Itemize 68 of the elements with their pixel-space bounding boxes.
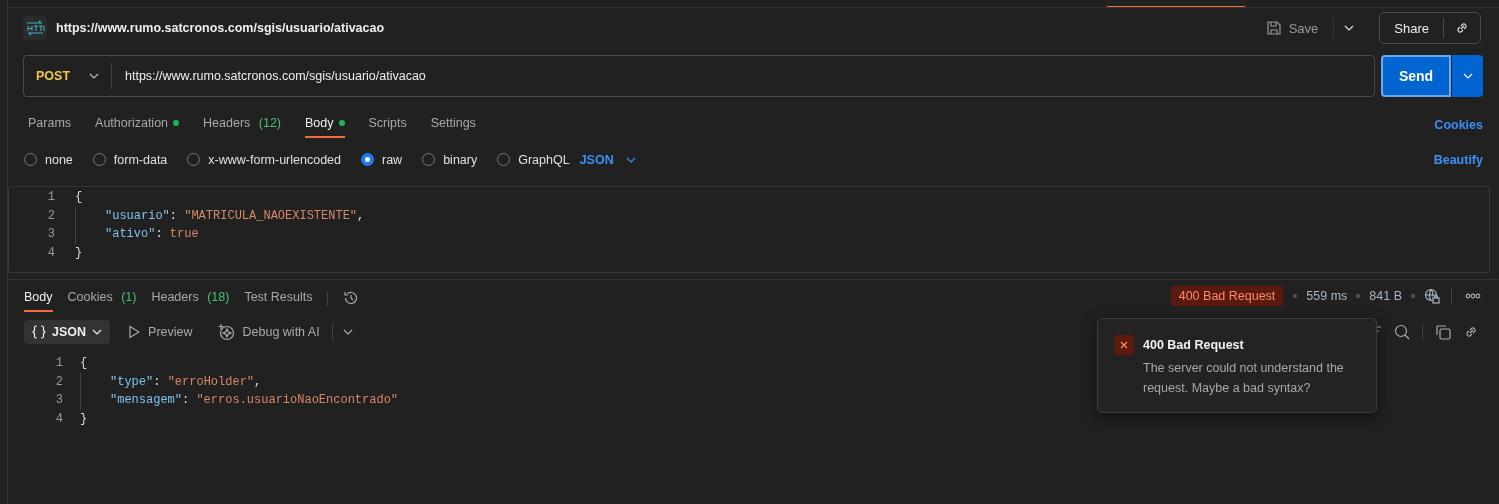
cookies-link[interactable]: Cookies xyxy=(1434,118,1483,132)
save-icon[interactable] xyxy=(1265,20,1282,36)
send-button[interactable]: Send xyxy=(1381,55,1451,97)
caret-icon[interactable] xyxy=(342,329,353,335)
tab[interactable]: Settings xyxy=(430,116,476,138)
url-bar[interactable]: POST https://www.rumo.satcronos.com/sgis/usuario/ativacao xyxy=(23,55,1375,97)
code-line: "ativo": true xyxy=(105,227,199,242)
format-dropdown[interactable]: JSON xyxy=(579,152,636,167)
tab[interactable]: Params xyxy=(28,116,72,138)
history-icon[interactable] xyxy=(343,290,360,306)
line-number: 3 xyxy=(46,227,56,242)
radio-option[interactable]: x-www-form-urlencoded xyxy=(187,152,341,167)
line-number: 1 xyxy=(54,356,64,371)
line-number: 4 xyxy=(46,245,56,260)
link-icon[interactable] xyxy=(1463,324,1479,340)
code-line: "usuario": "MATRICULA_NAOEXISTENTE", xyxy=(105,208,365,223)
braces-icon xyxy=(32,325,46,339)
debug-button[interactable]: Debug with AI xyxy=(210,323,326,341)
method-dropdown[interactable]: POST xyxy=(24,63,112,89)
toast-message: The server could not understand the request. Maybe a bad syntax? xyxy=(1143,360,1345,397)
response-time[interactable]: 559 ms xyxy=(1306,289,1348,303)
tab[interactable]: Authorization xyxy=(95,116,180,138)
tab[interactable]: Cookies (1) xyxy=(67,290,137,312)
line-number: 2 xyxy=(46,208,56,223)
caret-icon[interactable] xyxy=(625,156,636,163)
tab[interactable]: Scripts xyxy=(368,116,407,138)
more-icon[interactable] xyxy=(1465,293,1481,299)
line-number: 1 xyxy=(46,190,56,205)
radio-option[interactable]: GraphQL xyxy=(497,152,570,167)
beautify-link[interactable]: Beautify xyxy=(1433,152,1483,167)
share-button[interactable]: Share xyxy=(1380,18,1444,38)
link-icon[interactable] xyxy=(1454,20,1470,36)
copy-icon[interactable] xyxy=(1435,324,1451,340)
sparkle-icon xyxy=(216,323,235,341)
save-button[interactable]: Save xyxy=(1259,16,1325,40)
code-line: { xyxy=(75,190,83,205)
radio-button[interactable] xyxy=(361,153,374,166)
play-icon xyxy=(128,325,141,339)
tab[interactable]: Test Results xyxy=(244,290,313,312)
status-badge[interactable]: 400 Bad Request xyxy=(1170,286,1284,306)
request-body-editor[interactable]: 1 { 2 "usuario": "MATRICULA_NAOEXISTENTE", 3 "ativo": true 4 } xyxy=(8,186,1490,273)
globe-lock-icon[interactable] xyxy=(1424,288,1440,304)
http-icon xyxy=(23,16,47,40)
caret-icon[interactable] xyxy=(89,73,99,79)
line-number: 4 xyxy=(54,411,64,426)
response-size[interactable]: 841 B xyxy=(1369,289,1402,303)
code-line: } xyxy=(80,411,88,426)
format-dropdown[interactable]: JSON xyxy=(24,320,111,344)
tab[interactable]: Headers (18) xyxy=(151,290,230,312)
code-line: } xyxy=(75,245,83,260)
search-icon[interactable] xyxy=(1394,324,1410,340)
preview-button[interactable]: Preview xyxy=(122,325,199,339)
code-line: { xyxy=(80,356,88,371)
request-title: https://www.rumo.satcronos.com/sgis/usuario/ativacao xyxy=(56,21,386,35)
url-field[interactable]: https://www.rumo.satcronos.com/sgis/usuario/ativacao xyxy=(112,69,1374,83)
line-number: 3 xyxy=(54,393,64,408)
close-icon xyxy=(1120,341,1128,349)
radio-option[interactable]: binary xyxy=(422,152,478,167)
line-number: 2 xyxy=(54,374,64,389)
code-line: "type": "erroHolder", xyxy=(110,374,262,389)
tab[interactable]: Body xyxy=(24,290,53,312)
radio-option[interactable]: raw xyxy=(361,152,403,167)
radio-option[interactable]: form-data xyxy=(92,152,168,167)
radio-option[interactable]: none xyxy=(24,152,73,167)
tab[interactable]: Headers (12) xyxy=(203,116,281,138)
tab[interactable]: Body xyxy=(305,116,345,138)
toast-title: 400 Bad Request xyxy=(1143,338,1245,352)
code-line: "mensagem": "erros.usuarioNaoEncontrado" xyxy=(110,393,399,408)
